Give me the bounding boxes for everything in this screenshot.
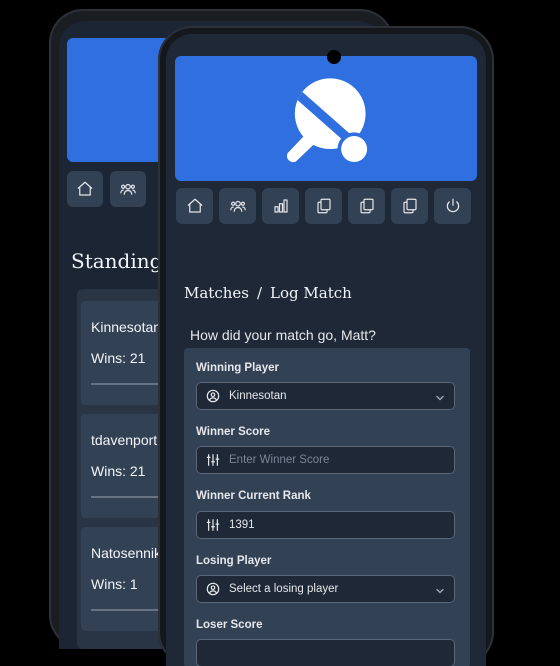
winning-player-select[interactable]: Kinnesotan [196, 382, 455, 410]
loser-score-input[interactable] [196, 639, 455, 666]
standing-wins: Wins: 21 [91, 463, 146, 479]
power-icon [446, 198, 459, 213]
winner-score-placeholder: Enter Winner Score [229, 454, 330, 466]
home-icon [77, 181, 93, 196]
home-icon [187, 198, 202, 213]
sliders-icon [206, 453, 220, 467]
winning-player-label: Winning Player [196, 362, 279, 374]
chevron-down-icon [435, 583, 445, 594]
breadcrumb-current: Log Match [270, 284, 352, 302]
users-icon [120, 183, 136, 195]
players-nav-button[interactable] [110, 171, 146, 207]
loser-score-label: Loser Score [196, 619, 263, 631]
log-match-form: Winning Player Kinnesotan Winner Score E… [184, 348, 470, 666]
players-nav-button[interactable] [219, 188, 256, 224]
copy-icon [316, 198, 331, 214]
sliders-icon [206, 518, 220, 532]
back-nav-bar [67, 171, 146, 207]
front-phone-frame: Matches / Log Match How did your match go,… [158, 26, 494, 666]
breadcrumb-separator: / [256, 284, 263, 302]
home-nav-button[interactable] [67, 171, 103, 207]
winner-score-label: Winner Score [196, 426, 271, 438]
winner-rank-label: Winner Current Rank [196, 490, 311, 502]
chevron-down-icon [435, 390, 445, 401]
winner-rank-value: 1391 [229, 519, 255, 531]
chart-icon [273, 199, 288, 213]
standing-player-name: Kinnesotan [91, 319, 162, 335]
ping-pong-paddle-icon [286, 78, 371, 166]
form-prompt: How did your match go, Matt? [190, 327, 376, 343]
user-circle-icon [206, 582, 220, 596]
breadcrumb-matches-link[interactable]: Matches [184, 284, 249, 302]
winner-score-input[interactable]: Enter Winner Score [196, 446, 455, 474]
front-phone-screen: Matches / Log Match How did your match go,… [166, 34, 486, 666]
standing-player-name: Natosennik [91, 545, 162, 561]
matches-nav-button[interactable] [305, 188, 342, 224]
app-banner [175, 56, 477, 181]
winner-rank-input[interactable]: 1391 [196, 511, 455, 539]
copy-icon [402, 198, 417, 214]
losing-player-select[interactable]: Select a losing player [196, 575, 455, 603]
losing-player-label: Losing Player [196, 555, 272, 567]
home-nav-button[interactable] [176, 188, 213, 224]
winning-player-value: Kinnesotan [229, 390, 287, 402]
log-match-nav-button[interactable] [348, 188, 385, 224]
users-icon [229, 200, 246, 212]
camera-notch [327, 50, 341, 64]
main-nav-bar [176, 188, 471, 224]
standing-player-name: tdavenport [91, 432, 158, 448]
standing-wins: Wins: 21 [91, 350, 146, 366]
standings-nav-button[interactable] [262, 188, 299, 224]
losing-player-value: Select a losing player [229, 583, 339, 595]
breadcrumb: Matches / Log Match [184, 284, 352, 302]
logout-nav-button[interactable] [434, 188, 471, 224]
user-circle-icon [206, 389, 220, 403]
standing-wins: Wins: 1 [91, 576, 138, 592]
history-nav-button[interactable] [391, 188, 428, 224]
copy-icon [359, 198, 374, 214]
